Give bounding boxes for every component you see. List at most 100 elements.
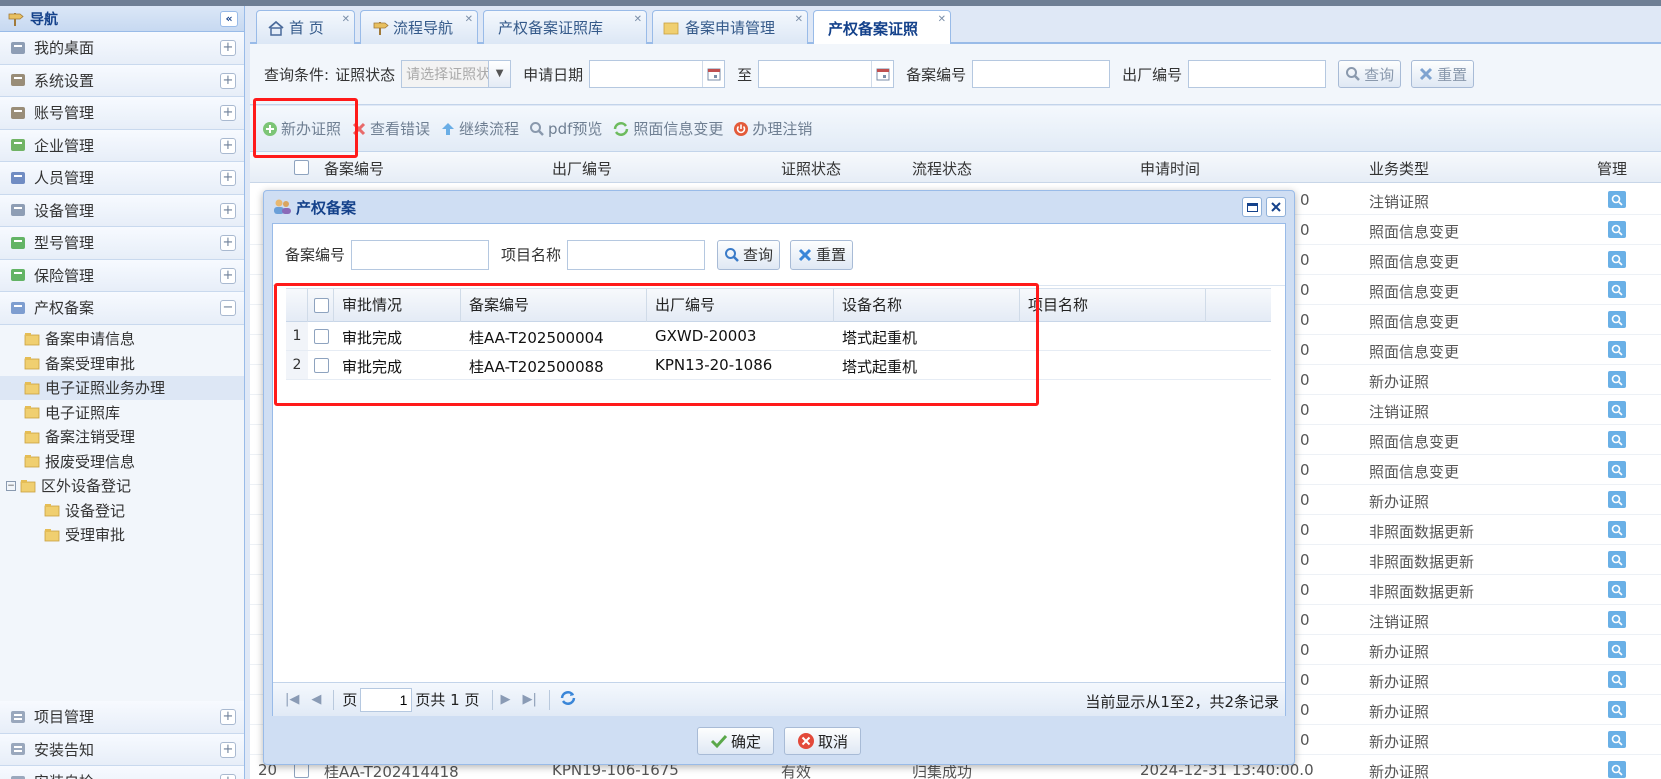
col-factory-no[interactable]: 出厂编号	[552, 158, 612, 179]
search-icon[interactable]	[1608, 311, 1626, 328]
nav-section-bottom-2[interactable]: 安装告知 +	[0, 733, 244, 766]
search-icon[interactable]	[1608, 761, 1626, 778]
tab-5[interactable]: 产权备案证照 ✕	[813, 10, 951, 46]
tab-2[interactable]: 流程导航 ✕	[360, 10, 478, 44]
search-icon[interactable]	[1608, 701, 1626, 718]
tree-item[interactable]: 备案申请信息	[0, 327, 244, 352]
tree-item[interactable]: 备案注销受理	[0, 425, 244, 450]
nav-section-4[interactable]: 企业管理 +	[0, 129, 244, 162]
tree-item[interactable]: 电子证照库	[0, 400, 244, 425]
nav-section-bottom-1[interactable]: 项目管理 +	[0, 701, 244, 734]
expand-toggle-icon[interactable]: +	[220, 741, 236, 758]
search-icon[interactable]	[1608, 341, 1626, 358]
search-icon[interactable]	[1608, 491, 1626, 508]
pdf-preview-button[interactable]: pdf预览	[529, 118, 602, 139]
nav-section-3[interactable]: 账号管理 +	[0, 97, 244, 130]
row-checkbox[interactable]	[294, 763, 309, 778]
tab-3[interactable]: 产权备案证照库 ✕	[483, 10, 647, 44]
face-info-change-button[interactable]: 照面信息变更	[612, 118, 723, 139]
expand-toggle-icon[interactable]: +	[220, 709, 236, 725]
expand-toggle-icon[interactable]: +	[220, 202, 236, 219]
status-select[interactable]: 请选择证照状态 ▼	[401, 60, 512, 88]
expand-toggle-icon[interactable]: −	[220, 300, 236, 316]
col-business-type[interactable]: 业务类型	[1369, 158, 1429, 179]
tree-item[interactable]: 电子证照业务办理	[0, 375, 244, 400]
confirm-button[interactable]: 确定	[696, 727, 774, 755]
search-icon[interactable]	[1608, 401, 1626, 418]
expand-toggle-icon[interactable]: +	[220, 774, 236, 779]
search-icon[interactable]	[1608, 521, 1626, 538]
search-icon[interactable]	[1608, 641, 1626, 658]
nav-section-2[interactable]: 系统设置 +	[0, 64, 244, 97]
view-errors-button[interactable]: 查看错误	[351, 118, 430, 139]
tree-collapse-icon[interactable]: −	[6, 480, 16, 491]
reset-button[interactable]: 重置	[1411, 60, 1475, 88]
search-icon[interactable]	[1608, 671, 1626, 688]
tree-item[interactable]: 报废受理信息	[0, 449, 244, 474]
close-tab-icon[interactable]: ✕	[465, 14, 473, 25]
select-all-checkbox[interactable]	[294, 160, 309, 175]
record-no-input[interactable]	[972, 60, 1111, 88]
calendar-icon[interactable]	[702, 61, 724, 87]
cancel-license-button[interactable]: 办理注销	[733, 118, 812, 139]
col-flow-status[interactable]: 流程状态	[912, 158, 972, 179]
close-dialog-button[interactable]	[1266, 197, 1286, 217]
expand-toggle-icon[interactable]: +	[220, 72, 236, 89]
collapse-nav-button[interactable]: «	[220, 11, 238, 27]
calendar-icon[interactable]	[871, 61, 893, 87]
tree-item[interactable]: − 区外设备登记	[0, 474, 244, 499]
search-icon[interactable]	[1608, 581, 1626, 598]
dialog-record-input[interactable]	[351, 239, 490, 270]
maximize-button[interactable]	[1242, 197, 1262, 217]
search-icon[interactable]	[1608, 281, 1626, 298]
expand-toggle-icon[interactable]: +	[220, 40, 236, 56]
nav-section-9[interactable]: 产权备案 −	[0, 292, 244, 325]
search-icon[interactable]	[1608, 371, 1626, 388]
nav-section-5[interactable]: 人员管理 +	[0, 162, 244, 195]
nav-section-6[interactable]: 设备管理 +	[0, 194, 244, 227]
search-icon[interactable]	[1608, 191, 1626, 208]
tab-1[interactable]: 首 页 ✕	[256, 10, 355, 44]
search-icon[interactable]	[1608, 221, 1626, 238]
search-icon[interactable]	[1608, 431, 1626, 448]
col-apply-time[interactable]: 申请时间	[1140, 158, 1200, 179]
continue-flow-button[interactable]: 继续流程	[440, 118, 519, 139]
chevron-down-icon[interactable]: ▼	[488, 61, 511, 87]
date-end-field[interactable]	[758, 60, 895, 88]
expand-toggle-icon[interactable]: +	[220, 105, 236, 121]
date-start-field[interactable]	[589, 60, 726, 88]
close-tab-icon[interactable]: ✕	[795, 14, 803, 25]
dialog-reset-button[interactable]: 重置	[790, 239, 854, 270]
expand-toggle-icon[interactable]: +	[220, 235, 236, 251]
prev-page-icon[interactable]: ◀	[311, 692, 321, 707]
close-tab-icon[interactable]: ✕	[634, 14, 642, 25]
nav-section-8[interactable]: 保险管理 +	[0, 259, 244, 292]
dialog-project-input[interactable]	[567, 239, 706, 270]
next-page-icon[interactable]: ▶	[501, 692, 511, 707]
last-page-icon[interactable]: ▶|	[523, 692, 537, 707]
nav-section-bottom-3[interactable]: 安装自检 +	[0, 766, 244, 779]
close-tab-icon[interactable]: ✕	[938, 14, 946, 25]
expand-toggle-icon[interactable]: +	[220, 267, 236, 284]
tree-item[interactable]: 受理审批	[0, 523, 244, 548]
nav-section-7[interactable]: 型号管理 +	[0, 227, 244, 260]
expand-toggle-icon[interactable]: +	[220, 137, 236, 154]
cancel-button[interactable]: 取消	[784, 727, 862, 755]
tree-item[interactable]: 备案受理审批	[0, 351, 244, 376]
search-button[interactable]: 查询	[1338, 60, 1402, 88]
col-project-name[interactable]: 项目名称	[1020, 289, 1206, 322]
search-icon[interactable]	[1608, 731, 1626, 748]
search-icon[interactable]	[1608, 551, 1626, 568]
search-icon[interactable]	[1608, 251, 1626, 268]
refresh-icon[interactable]	[558, 689, 578, 711]
tab-4[interactable]: 备案申请管理 ✕	[652, 10, 808, 44]
page-number-input[interactable]	[360, 687, 413, 712]
factory-no-input[interactable]	[1188, 60, 1327, 88]
search-icon[interactable]	[1608, 461, 1626, 478]
col-record-no[interactable]: 备案编号	[324, 158, 384, 179]
col-license-status[interactable]: 证照状态	[781, 158, 841, 179]
close-tab-icon[interactable]: ✕	[342, 14, 350, 25]
search-icon[interactable]	[1608, 611, 1626, 628]
tree-item[interactable]: 设备登记	[0, 498, 244, 523]
nav-section-1[interactable]: 我的桌面 +	[0, 32, 244, 65]
